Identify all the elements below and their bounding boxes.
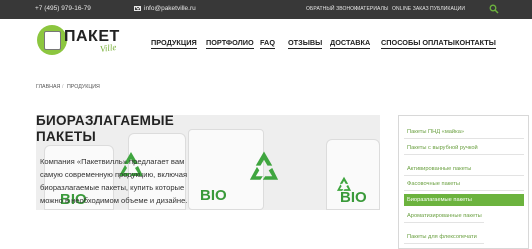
- sidebar-item-packing-bags[interactable]: Фасовочные пакеты: [404, 180, 524, 191]
- title-line: ПАКЕТЫ: [36, 129, 96, 144]
- sidebar-item-die-cut-bags[interactable]: Пакеты с вырубной ручкой: [404, 144, 524, 155]
- breadcrumb-separator: /: [62, 84, 64, 90]
- intro-line: можно в необходимом объеме и дизайне.: [40, 196, 188, 205]
- category-sidebar: Пакеты ПНД «майка» Пакеты с вырубной руч…: [398, 115, 529, 249]
- online-order-link[interactable]: ONLINE ЗАКАЗ: [392, 6, 429, 12]
- sidebar-item-biodegradable-bags[interactable]: Биоразлагаемые пакеты: [404, 194, 524, 206]
- breadcrumb-home[interactable]: ГЛАВНАЯ: [36, 84, 60, 90]
- sidebar-item-activated-bags[interactable]: Активированные пакеты: [404, 165, 524, 176]
- logo-script: Ville: [99, 41, 117, 55]
- email-link[interactable]: info@paketville.ru: [134, 5, 196, 12]
- nav-payment[interactable]: СПОСОБЫ ОПЛАТЫ: [381, 38, 455, 49]
- callback-link[interactable]: ОБРАТНЫЙ ЗВОНОК: [306, 6, 357, 12]
- intro-line: Компания «Пакетвилль» предлагает вам: [40, 157, 185, 166]
- logo-bag-icon: [44, 31, 61, 50]
- materials-link[interactable]: МАТЕРИАЛЫ: [356, 6, 388, 12]
- breadcrumb-current: ПРОДУКЦИЯ: [67, 84, 100, 90]
- sidebar-item-hdpe-bags[interactable]: Пакеты ПНД «майка»: [404, 128, 524, 139]
- site-logo[interactable]: ПАКЕТ Ville: [30, 22, 130, 62]
- email-text: info@paketville.ru: [144, 5, 196, 12]
- recycle-icon: [249, 151, 279, 180]
- nav-portfolio[interactable]: ПОРТФОЛИО: [206, 38, 254, 49]
- bio-label: BIO: [200, 187, 227, 204]
- title-line: БИОРАЗЛАГАЕМЫЕ: [36, 113, 175, 128]
- nav-faq[interactable]: FAQ: [260, 38, 275, 49]
- intro-line: биоразлагаемые пакеты, купить которые: [40, 183, 185, 192]
- top-bar: +7 (495) 979-16-79 info@paketville.ru ОБ…: [0, 0, 532, 19]
- intro-line: самую современную продукцию, включая: [40, 170, 188, 179]
- nav-reviews[interactable]: ОТЗЫВЫ: [288, 38, 323, 49]
- search-icon[interactable]: [489, 4, 499, 14]
- nav-products[interactable]: ПРОДУКЦИЯ: [151, 38, 197, 49]
- phone-number[interactable]: +7 (495) 979-16-79: [35, 5, 91, 12]
- intro-text: Компания «Пакетвилль» предлагает вам сам…: [40, 155, 195, 207]
- bio-label: BIO: [340, 189, 367, 206]
- mail-icon: [134, 6, 141, 11]
- publications-link[interactable]: ПУБЛИКАЦИИ: [430, 6, 465, 12]
- page-title: БИОРАЗЛАГАЕМЫЕ ПАКЕТЫ: [36, 113, 186, 145]
- nav-contacts[interactable]: КОНТАКТЫ: [455, 38, 496, 49]
- nav-delivery[interactable]: ДОСТАВКА: [330, 38, 371, 49]
- sidebar-item-scented-bags[interactable]: Ароматизированные пакеты: [404, 212, 484, 223]
- sidebar-item-flexo-bags[interactable]: Пакеты для флексопечати: [404, 233, 484, 244]
